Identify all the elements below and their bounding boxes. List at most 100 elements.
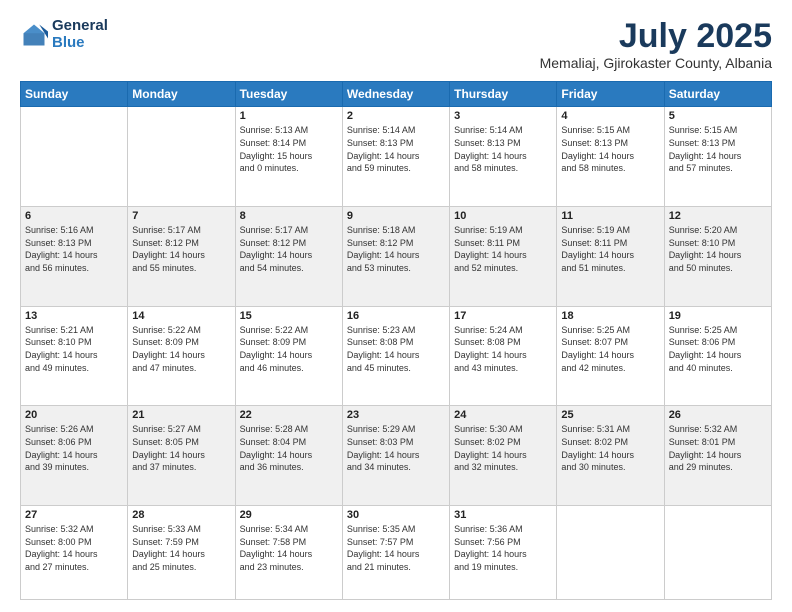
day-number: 8	[240, 210, 338, 222]
table-row: 11 Sunrise: 5:19 AM Sunset: 8:11 PM Dayli…	[557, 207, 664, 307]
day-number: 3	[454, 110, 552, 122]
table-row: 30Sunrise: 5:35 AM Sunset: 7:57 PM Dayli…	[342, 506, 449, 600]
table-row: 8 Sunrise: 5:17 AM Sunset: 8:12 PM Daylig…	[235, 207, 342, 307]
table-row	[21, 107, 128, 207]
day-number: 31	[454, 509, 552, 521]
day-info: Sunrise: 5:22 AM Sunset: 8:09 PM Dayligh…	[240, 324, 338, 374]
col-tuesday: Tuesday	[235, 82, 342, 107]
day-number: 5	[669, 110, 767, 122]
calendar-table: Sunday Monday Tuesday Wednesday Thursday…	[20, 81, 772, 600]
day-number: 27	[25, 509, 123, 521]
day-info: Sunrise: 5:23 AM Sunset: 8:08 PM Dayligh…	[347, 324, 445, 374]
calendar-week-row: 20 Sunrise: 5:26 AM Sunset: 8:06 PM Dayli…	[21, 406, 772, 506]
day-info: Sunrise: 5:16 AM Sunset: 8:13 PM Dayligh…	[25, 224, 123, 274]
day-number: 6	[25, 210, 123, 222]
table-row: 6 Sunrise: 5:16 AM Sunset: 8:13 PM Daylig…	[21, 207, 128, 307]
table-row: 5 Sunrise: 5:15 AM Sunset: 8:13 PM Daylig…	[664, 107, 771, 207]
day-number: 2	[347, 110, 445, 122]
table-row: 31 Sunrise: 5:36 AM Sunset: 7:56 PM Dayli…	[450, 506, 557, 600]
table-row: 23Sunrise: 5:29 AM Sunset: 8:03 PM Dayli…	[342, 406, 449, 506]
table-row: 13 Sunrise: 5:21 AM Sunset: 8:10 PM Dayli…	[21, 306, 128, 406]
day-number: 12	[669, 210, 767, 222]
day-info: Sunrise: 5:26 AM Sunset: 8:06 PM Dayligh…	[25, 423, 123, 473]
table-row: 27Sunrise: 5:32 AM Sunset: 8:00 PM Dayli…	[21, 506, 128, 600]
table-row: 18 Sunrise: 5:25 AM Sunset: 8:07 PM Dayli…	[557, 306, 664, 406]
day-info: Sunrise: 5:18 AM Sunset: 8:12 PM Dayligh…	[347, 224, 445, 274]
table-row: 7Sunrise: 5:17 AM Sunset: 8:12 PM Daylig…	[128, 207, 235, 307]
day-info: Sunrise: 5:19 AM Sunset: 8:11 PM Dayligh…	[561, 224, 659, 274]
subtitle: Memaliaj, Gjirokaster County, Albania	[540, 55, 772, 71]
table-row: 15 Sunrise: 5:22 AM Sunset: 8:09 PM Dayli…	[235, 306, 342, 406]
day-info: Sunrise: 5:17 AM Sunset: 8:12 PM Dayligh…	[240, 224, 338, 274]
day-number: 23	[347, 409, 445, 421]
day-number: 18	[561, 310, 659, 322]
day-info: Sunrise: 5:21 AM Sunset: 8:10 PM Dayligh…	[25, 324, 123, 374]
day-number: 29	[240, 509, 338, 521]
day-info: Sunrise: 5:14 AM Sunset: 8:13 PM Dayligh…	[454, 124, 552, 174]
table-row: 9Sunrise: 5:18 AM Sunset: 8:12 PM Daylig…	[342, 207, 449, 307]
table-row: 17Sunrise: 5:24 AM Sunset: 8:08 PM Dayli…	[450, 306, 557, 406]
logo-text: General Blue	[52, 18, 108, 51]
table-row: 25 Sunrise: 5:31 AM Sunset: 8:02 PM Dayli…	[557, 406, 664, 506]
day-info: Sunrise: 5:15 AM Sunset: 8:13 PM Dayligh…	[561, 124, 659, 174]
logo: General Blue	[20, 18, 108, 51]
table-row: 21Sunrise: 5:27 AM Sunset: 8:05 PM Dayli…	[128, 406, 235, 506]
day-number: 11	[561, 210, 659, 222]
day-info: Sunrise: 5:24 AM Sunset: 8:08 PM Dayligh…	[454, 324, 552, 374]
day-number: 20	[25, 409, 123, 421]
day-number: 10	[454, 210, 552, 222]
day-number: 19	[669, 310, 767, 322]
header: General Blue July 2025 Memaliaj, Gjiroka…	[20, 18, 772, 71]
day-info: Sunrise: 5:36 AM Sunset: 7:56 PM Dayligh…	[454, 523, 552, 573]
day-number: 1	[240, 110, 338, 122]
day-number: 14	[132, 310, 230, 322]
day-info: Sunrise: 5:31 AM Sunset: 8:02 PM Dayligh…	[561, 423, 659, 473]
day-number: 30	[347, 509, 445, 521]
table-row	[128, 107, 235, 207]
col-saturday: Saturday	[664, 82, 771, 107]
table-row: 16 Sunrise: 5:23 AM Sunset: 8:08 PM Dayli…	[342, 306, 449, 406]
table-row	[664, 506, 771, 600]
day-number: 13	[25, 310, 123, 322]
table-row: 3 Sunrise: 5:14 AM Sunset: 8:13 PM Daylig…	[450, 107, 557, 207]
day-info: Sunrise: 5:14 AM Sunset: 8:13 PM Dayligh…	[347, 124, 445, 174]
table-row: 12 Sunrise: 5:20 AM Sunset: 8:10 PM Dayli…	[664, 207, 771, 307]
table-row: 24Sunrise: 5:30 AM Sunset: 8:02 PM Dayli…	[450, 406, 557, 506]
day-number: 22	[240, 409, 338, 421]
logo-icon	[20, 21, 48, 49]
table-row: 1 Sunrise: 5:13 AM Sunset: 8:14 PM Daylig…	[235, 107, 342, 207]
day-number: 25	[561, 409, 659, 421]
calendar-week-row: 6 Sunrise: 5:16 AM Sunset: 8:13 PM Daylig…	[21, 207, 772, 307]
day-info: Sunrise: 5:13 AM Sunset: 8:14 PM Dayligh…	[240, 124, 338, 174]
calendar-header-row: Sunday Monday Tuesday Wednesday Thursday…	[21, 82, 772, 107]
day-info: Sunrise: 5:34 AM Sunset: 7:58 PM Dayligh…	[240, 523, 338, 573]
day-info: Sunrise: 5:33 AM Sunset: 7:59 PM Dayligh…	[132, 523, 230, 573]
table-row: 2 Sunrise: 5:14 AM Sunset: 8:13 PM Daylig…	[342, 107, 449, 207]
col-monday: Monday	[128, 82, 235, 107]
day-number: 16	[347, 310, 445, 322]
table-row: 10 Sunrise: 5:19 AM Sunset: 8:11 PM Dayli…	[450, 207, 557, 307]
day-number: 26	[669, 409, 767, 421]
table-row: 14 Sunrise: 5:22 AM Sunset: 8:09 PM Dayli…	[128, 306, 235, 406]
day-info: Sunrise: 5:25 AM Sunset: 8:06 PM Dayligh…	[669, 324, 767, 374]
logo-general: General	[52, 17, 108, 34]
table-row: 26 Sunrise: 5:32 AM Sunset: 8:01 PM Dayli…	[664, 406, 771, 506]
day-info: Sunrise: 5:22 AM Sunset: 8:09 PM Dayligh…	[132, 324, 230, 374]
day-number: 15	[240, 310, 338, 322]
day-number: 21	[132, 409, 230, 421]
day-number: 4	[561, 110, 659, 122]
table-row: 19 Sunrise: 5:25 AM Sunset: 8:06 PM Dayli…	[664, 306, 771, 406]
day-info: Sunrise: 5:32 AM Sunset: 8:01 PM Dayligh…	[669, 423, 767, 473]
col-wednesday: Wednesday	[342, 82, 449, 107]
page: General Blue July 2025 Memaliaj, Gjiroka…	[0, 0, 792, 612]
day-info: Sunrise: 5:30 AM Sunset: 8:02 PM Dayligh…	[454, 423, 552, 473]
day-number: 28	[132, 509, 230, 521]
calendar-week-row: 27Sunrise: 5:32 AM Sunset: 8:00 PM Dayli…	[21, 506, 772, 600]
table-row: 22Sunrise: 5:28 AM Sunset: 8:04 PM Dayli…	[235, 406, 342, 506]
table-row: 28 Sunrise: 5:33 AM Sunset: 7:59 PM Dayli…	[128, 506, 235, 600]
day-info: Sunrise: 5:15 AM Sunset: 8:13 PM Dayligh…	[669, 124, 767, 174]
day-info: Sunrise: 5:19 AM Sunset: 8:11 PM Dayligh…	[454, 224, 552, 274]
day-info: Sunrise: 5:25 AM Sunset: 8:07 PM Dayligh…	[561, 324, 659, 374]
day-info: Sunrise: 5:20 AM Sunset: 8:10 PM Dayligh…	[669, 224, 767, 274]
calendar-week-row: 13 Sunrise: 5:21 AM Sunset: 8:10 PM Dayli…	[21, 306, 772, 406]
